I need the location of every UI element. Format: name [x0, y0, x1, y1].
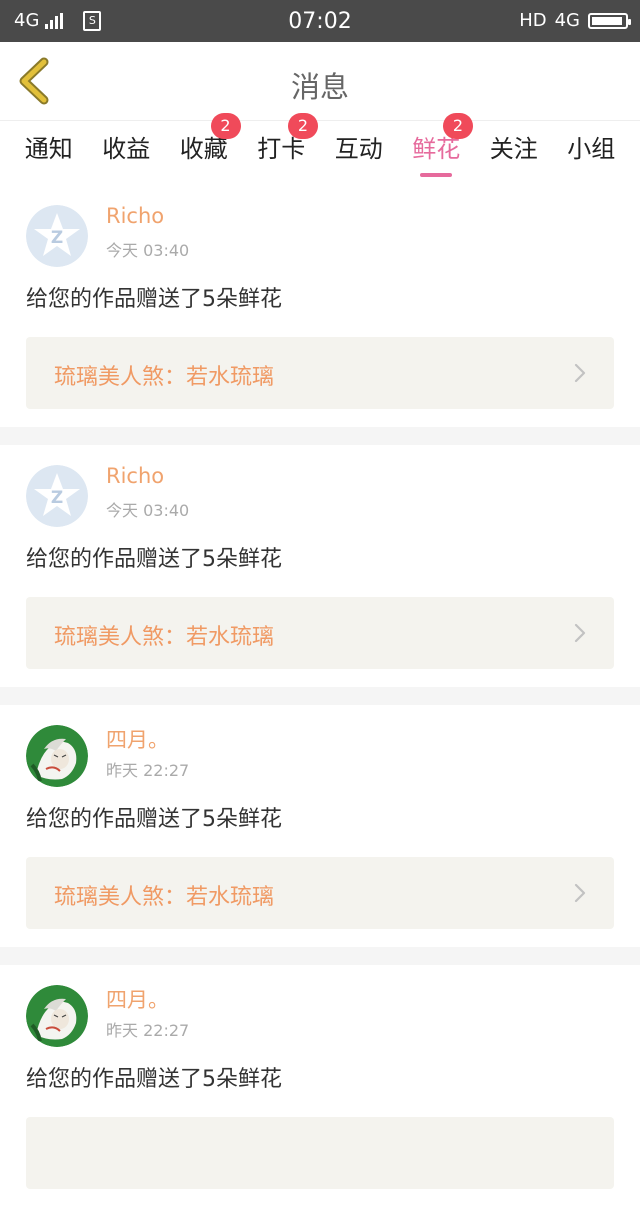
tab-label: 打卡 — [257, 135, 306, 163]
illustration-avatar-icon — [26, 985, 88, 1047]
work-title: 琉璃美人煞：若水琉璃 — [54, 885, 275, 910]
tab-label: 通知 — [24, 135, 73, 163]
timestamp: 昨天 22:27 — [106, 761, 190, 780]
tab-badge: 2 — [210, 113, 241, 139]
active-tab-indicator — [420, 173, 453, 177]
tab-interaction[interactable]: 互动 — [320, 121, 398, 185]
tab-bar: 通知 收益 收藏 2 打卡 2 互动 鲜花 2 关注 小组 — [0, 113, 640, 185]
message-card: Z Richo 今天 03:40 给您的作品赠送了5朵鲜花 琉璃美人煞：若水琉璃 — [0, 185, 640, 427]
message-card: 四月。 昨天 22:27 给您的作品赠送了5朵鲜花 琉璃美人煞：若水琉璃 — [0, 705, 640, 947]
default-avatar-icon: Z — [26, 205, 88, 267]
network-type-right: 4G — [554, 10, 580, 31]
battery-level — [592, 16, 623, 25]
username[interactable]: 四月。 — [106, 984, 169, 1014]
tab-favorites[interactable]: 收藏 2 — [165, 113, 243, 185]
work-link[interactable]: 琉璃美人煞：若水琉璃 — [26, 337, 614, 409]
battery-icon — [588, 12, 631, 29]
status-bar: 4G S 07:02 HD 4G — [0, 0, 640, 42]
page-title: 消息 — [290, 70, 349, 104]
tab-flowers[interactable]: 鲜花 2 — [398, 113, 476, 185]
message-feed: Z Richo 今天 03:40 给您的作品赠送了5朵鲜花 琉璃美人煞：若水琉璃… — [0, 185, 640, 1207]
svg-text:Z: Z — [51, 228, 63, 248]
status-right: HD 4G — [519, 10, 631, 31]
card-header: 四月。 昨天 22:27 — [26, 721, 614, 789]
work-title: 琉璃美人煞：若水琉璃 — [54, 625, 275, 650]
default-avatar-icon: Z — [26, 465, 88, 527]
hd-label: HD — [519, 10, 547, 31]
header: 消息 — [0, 42, 640, 120]
message-text: 给您的作品赠送了5朵鲜花 — [26, 1067, 282, 1092]
tab-checkin[interactable]: 打卡 2 — [243, 113, 321, 185]
tab-label: 小组 — [567, 135, 616, 163]
svg-text:Z: Z — [51, 488, 63, 508]
tab-notice[interactable]: 通知 — [10, 121, 88, 185]
tab-earnings[interactable]: 收益 — [88, 121, 166, 185]
tab-following[interactable]: 关注 — [475, 121, 553, 185]
username[interactable]: Richo — [106, 464, 164, 488]
tab-groups[interactable]: 小组 — [553, 121, 631, 185]
card-header: 四月。 昨天 22:27 — [26, 981, 614, 1049]
tab-label: 关注 — [489, 135, 538, 163]
tab-label: 收藏 — [179, 135, 228, 163]
message-card: Z Richo 今天 03:40 给您的作品赠送了5朵鲜花 琉璃美人煞：若水琉璃 — [0, 445, 640, 687]
avatar[interactable]: Z — [26, 205, 88, 267]
tab-label: 鲜花 — [412, 135, 461, 163]
chevron-right-icon — [574, 883, 586, 903]
username[interactable]: Richo — [106, 204, 164, 228]
message-text: 给您的作品赠送了5朵鲜花 — [26, 807, 282, 832]
tab-label: 互动 — [334, 135, 383, 163]
avatar[interactable] — [26, 985, 88, 1047]
timestamp: 昨天 22:27 — [106, 1021, 190, 1040]
illustration-avatar-icon — [26, 725, 88, 787]
card-header: Z Richo 今天 03:40 — [26, 461, 614, 529]
timestamp: 今天 03:40 — [106, 501, 190, 520]
message-card: 四月。 昨天 22:27 给您的作品赠送了5朵鲜花 — [0, 965, 640, 1207]
timestamp: 今天 03:40 — [106, 241, 190, 260]
message-text: 给您的作品赠送了5朵鲜花 — [26, 547, 282, 572]
chevron-right-icon — [574, 623, 586, 643]
tab-badge: 2 — [288, 113, 318, 139]
work-title: 琉璃美人煞：若水琉璃 — [54, 365, 275, 390]
avatar[interactable]: Z — [26, 465, 88, 527]
chevron-right-icon — [574, 363, 586, 383]
work-link[interactable]: 琉璃美人煞：若水琉璃 — [26, 857, 614, 929]
message-text: 给您的作品赠送了5朵鲜花 — [26, 287, 282, 312]
username[interactable]: 四月。 — [106, 724, 169, 754]
work-link[interactable]: 琉璃美人煞：若水琉璃 — [26, 597, 614, 669]
tab-label: 收益 — [102, 135, 151, 163]
avatar[interactable] — [26, 725, 88, 787]
tab-badge: 2 — [443, 113, 473, 139]
work-link[interactable] — [26, 1117, 614, 1189]
card-header: Z Richo 今天 03:40 — [26, 201, 614, 269]
